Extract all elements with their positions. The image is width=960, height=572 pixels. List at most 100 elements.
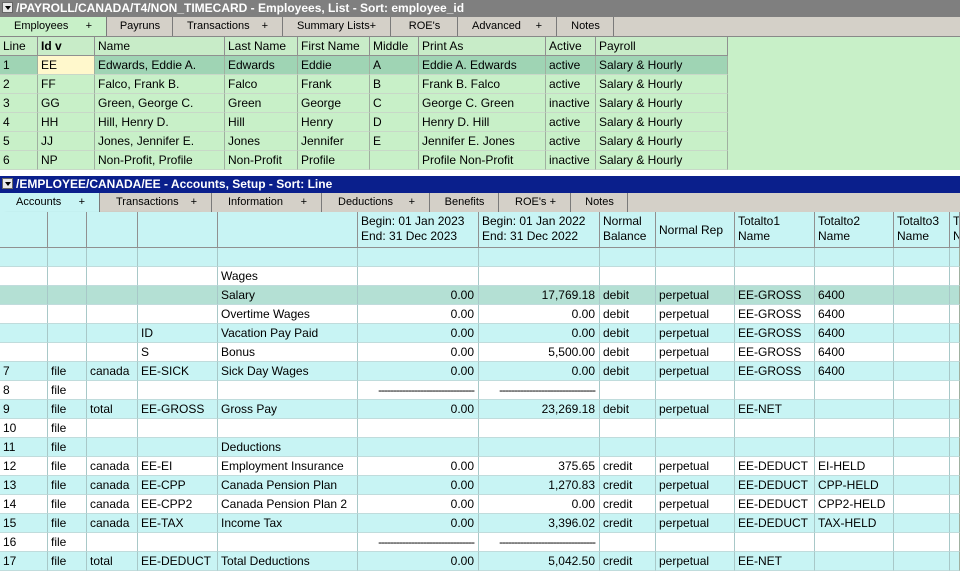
- table-cell[interactable]: file: [48, 419, 87, 438]
- table-cell[interactable]: EE-TAX: [138, 514, 218, 533]
- table-cell[interactable]: D: [370, 113, 419, 132]
- table-cell[interactable]: EE: [38, 56, 95, 75]
- tab-plus-icon[interactable]: +: [191, 193, 197, 212]
- top-tab-transactions[interactable]: Transactions +: [173, 17, 283, 36]
- table-cell[interactable]: debit: [600, 286, 656, 305]
- table-cell[interactable]: Gross Pay: [218, 400, 358, 419]
- table-cell[interactable]: Hill: [225, 113, 298, 132]
- top-window-menu-dropdown-icon[interactable]: [2, 2, 13, 13]
- table-cell[interactable]: [87, 286, 138, 305]
- table-cell[interactable]: 13: [0, 476, 48, 495]
- table-cell[interactable]: George: [298, 94, 370, 113]
- table-cell[interactable]: [218, 248, 358, 267]
- table-cell[interactable]: canada: [87, 495, 138, 514]
- table-cell[interactable]: debit: [600, 305, 656, 324]
- table-cell[interactable]: [358, 248, 479, 267]
- table-cell[interactable]: [735, 267, 815, 286]
- table-cell[interactable]: perpetual: [656, 362, 735, 381]
- table-cell[interactable]: HH: [38, 113, 95, 132]
- table-cell[interactable]: [600, 267, 656, 286]
- table-cell[interactable]: EE-NET: [735, 400, 815, 419]
- bottom-tab-roe-s[interactable]: ROE's +: [499, 193, 571, 212]
- table-cell[interactable]: [815, 533, 894, 552]
- table-cell[interactable]: --------------------------------: [358, 381, 479, 400]
- table-cell[interactable]: Falco, Frank B.: [95, 75, 225, 94]
- table-cell[interactable]: [358, 438, 479, 457]
- table-cell[interactable]: 375.65: [479, 457, 600, 476]
- table-cell[interactable]: [0, 305, 48, 324]
- top-tab-roe-s[interactable]: ROE's: [391, 17, 458, 36]
- table-cell[interactable]: credit: [600, 552, 656, 571]
- table-cell[interactable]: 23,269.18: [479, 400, 600, 419]
- table-cell[interactable]: [950, 362, 960, 381]
- bottom-window-titlebar[interactable]: /EMPLOYEE/CANADA/EE - Accounts, Setup - …: [0, 176, 960, 193]
- table-cell[interactable]: [894, 343, 950, 362]
- table-cell[interactable]: perpetual: [656, 400, 735, 419]
- table-cell[interactable]: [656, 438, 735, 457]
- table-cell[interactable]: Salary & Hourly: [596, 75, 728, 94]
- column-header[interactable]: Begin: 01 Jan 2023 End: 31 Dec 2023: [358, 212, 479, 248]
- column-header[interactable]: Totalto1 Name: [735, 212, 815, 248]
- table-cell[interactable]: [0, 324, 48, 343]
- table-cell[interactable]: 1,270.83: [479, 476, 600, 495]
- table-cell[interactable]: 0.00: [479, 305, 600, 324]
- table-cell[interactable]: Salary & Hourly: [596, 94, 728, 113]
- top-window-titlebar[interactable]: /PAYROLL/CANADA/T4/NON_TIMECARD - Employ…: [0, 0, 960, 17]
- bottom-tab-information[interactable]: Information +: [212, 193, 322, 212]
- table-cell[interactable]: 0.00: [358, 400, 479, 419]
- table-cell[interactable]: 0.00: [358, 457, 479, 476]
- table-cell[interactable]: Sick Day Wages: [218, 362, 358, 381]
- table-cell[interactable]: --------------------------------: [479, 533, 600, 552]
- table-cell[interactable]: inactive: [546, 94, 596, 113]
- table-cell[interactable]: [218, 533, 358, 552]
- tab-plus-icon[interactable]: +: [262, 17, 268, 36]
- table-cell[interactable]: [87, 305, 138, 324]
- table-cell[interactable]: [370, 151, 419, 170]
- table-cell[interactable]: Jones: [225, 132, 298, 151]
- table-cell[interactable]: [138, 533, 218, 552]
- column-header[interactable]: [0, 212, 48, 248]
- tab-plus-icon[interactable]: +: [79, 193, 85, 212]
- table-cell[interactable]: perpetual: [656, 305, 735, 324]
- table-cell[interactable]: Income Tax: [218, 514, 358, 533]
- table-cell[interactable]: Profile: [298, 151, 370, 170]
- table-cell[interactable]: perpetual: [656, 552, 735, 571]
- table-cell[interactable]: [735, 438, 815, 457]
- table-cell[interactable]: [600, 381, 656, 400]
- table-cell[interactable]: Non-Profit: [225, 151, 298, 170]
- table-cell[interactable]: [479, 248, 600, 267]
- table-cell[interactable]: 5: [0, 132, 38, 151]
- top-tab-summary-lists[interactable]: Summary Lists +: [283, 17, 391, 36]
- column-header[interactable]: Id v: [38, 37, 95, 56]
- table-cell[interactable]: 16: [0, 533, 48, 552]
- table-cell[interactable]: Overtime Wages: [218, 305, 358, 324]
- table-cell[interactable]: [815, 267, 894, 286]
- table-cell[interactable]: file: [48, 438, 87, 457]
- table-cell[interactable]: [735, 533, 815, 552]
- table-cell[interactable]: EE-DEDUCT: [735, 495, 815, 514]
- table-cell[interactable]: [950, 305, 960, 324]
- table-cell[interactable]: Edwards: [225, 56, 298, 75]
- table-cell[interactable]: Vacation Pay Paid: [218, 324, 358, 343]
- table-cell[interactable]: 0.00: [358, 362, 479, 381]
- table-cell[interactable]: [138, 286, 218, 305]
- table-cell[interactable]: Green: [225, 94, 298, 113]
- column-header[interactable]: Totalto3 Name: [894, 212, 950, 248]
- table-cell[interactable]: Salary: [218, 286, 358, 305]
- table-cell[interactable]: EE-DEDUCT: [138, 552, 218, 571]
- column-header[interactable]: Begin: 01 Jan 2022 End: 31 Dec 2022: [479, 212, 600, 248]
- table-cell[interactable]: debit: [600, 362, 656, 381]
- table-cell[interactable]: [48, 248, 87, 267]
- table-cell[interactable]: Canada Pension Plan: [218, 476, 358, 495]
- table-cell[interactable]: 2: [0, 75, 38, 94]
- table-cell[interactable]: [358, 267, 479, 286]
- bottom-tab-accounts[interactable]: Accounts +: [0, 193, 100, 212]
- bottom-tab-deductions[interactable]: Deductions +: [322, 193, 430, 212]
- table-cell[interactable]: perpetual: [656, 457, 735, 476]
- table-cell[interactable]: EE-DEDUCT: [735, 476, 815, 495]
- table-cell[interactable]: [894, 324, 950, 343]
- table-cell[interactable]: [87, 419, 138, 438]
- table-cell[interactable]: Jennifer: [298, 132, 370, 151]
- table-cell[interactable]: EE-CPP: [138, 476, 218, 495]
- table-cell[interactable]: E: [370, 132, 419, 151]
